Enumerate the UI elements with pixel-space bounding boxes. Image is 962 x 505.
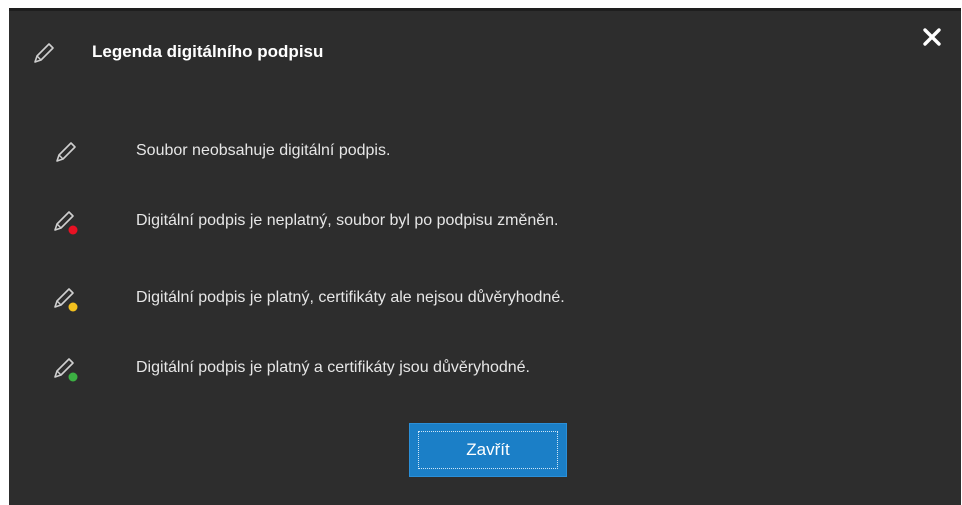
legend-item-no-signature: Soubor neobsahuje digitální podpis. bbox=[9, 136, 961, 166]
legend-item-label: Digitální podpis je neplatný, soubor byl… bbox=[136, 212, 559, 229]
legend-item-label: Digitální podpis je platný, certifikáty … bbox=[136, 289, 565, 306]
pen-invalid-icon bbox=[49, 206, 79, 236]
pen-icon bbox=[49, 136, 79, 166]
legend-dialog: Legenda digitálního podpisu Soubor neobs… bbox=[9, 8, 961, 505]
legend-item-untrusted-signature: Digitální podpis je platný, certifikáty … bbox=[9, 283, 961, 313]
close-button-label: Zavřít bbox=[418, 431, 558, 469]
dialog-title: Legenda digitálního podpisu bbox=[92, 42, 324, 61]
legend-item-label: Digitální podpis je platný a certifikáty… bbox=[136, 359, 530, 376]
status-dot-red bbox=[68, 225, 78, 235]
close-icon[interactable] bbox=[920, 25, 944, 49]
status-dot-yellow bbox=[68, 302, 78, 312]
pen-untrusted-icon bbox=[49, 283, 79, 313]
legend-item-valid-signature: Digitální podpis je platný a certifikáty… bbox=[9, 353, 961, 383]
close-button[interactable]: Zavřít bbox=[409, 423, 567, 477]
legend-item-label: Soubor neobsahuje digitální podpis. bbox=[136, 142, 391, 159]
status-dot-green bbox=[68, 372, 78, 382]
title-bar: Legenda digitálního podpisu bbox=[9, 11, 961, 93]
pen-valid-icon bbox=[49, 353, 79, 383]
pen-icon bbox=[29, 39, 57, 67]
legend-item-invalid-signature: Digitální podpis je neplatný, soubor byl… bbox=[9, 206, 961, 236]
